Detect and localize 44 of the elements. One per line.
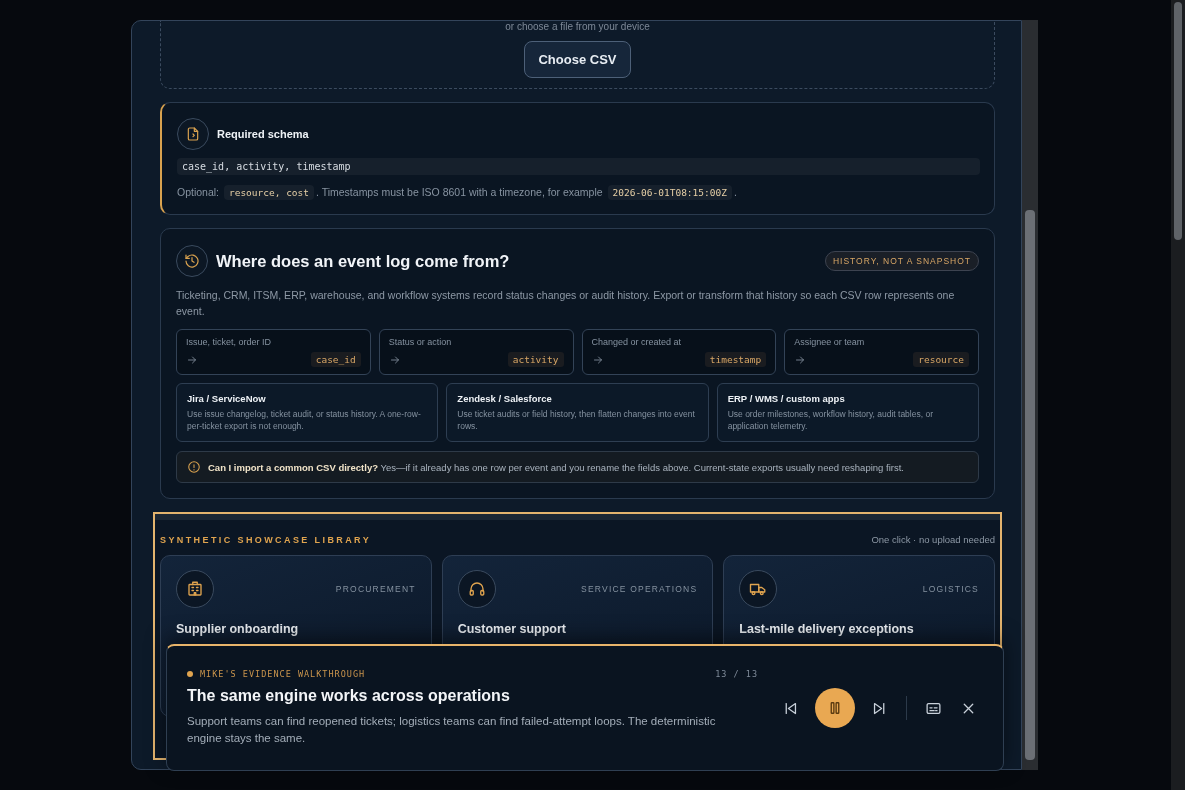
card-title: Supplier onboarding [176, 622, 300, 636]
system-description: Use order milestones, workflow history, audit tables, or application telemetry. [727, 408, 934, 432]
source-field-label: Status or action [388, 337, 453, 347]
library-title: SYNTHETIC SHOWCASE LIBRARY [160, 534, 372, 545]
source-field-label: Issue, ticket, order ID [186, 337, 273, 347]
card-category: SERVICE OPERATIONS [581, 584, 698, 594]
system-name: Jira / ServiceNow [187, 393, 267, 404]
section-title: Where does an event log come from? [216, 251, 511, 271]
alert-icon [187, 460, 201, 474]
system-description: Use issue changelog, ticket audit, or status history. A one-row-per-ticket export is not enough. [187, 408, 422, 432]
arrow-icon [794, 353, 807, 366]
choose-csv-button[interactable]: Choose CSV [524, 41, 631, 78]
arrow-icon [388, 353, 401, 366]
building-icon [186, 580, 204, 598]
schema-title: Required schema [217, 128, 309, 140]
system-name: ERP / WMS / custom apps [727, 393, 846, 404]
section-description: Ticketing, CRM, ITSM, ERP, warehouse, and workflow systems record status changes or audit history. Export or transform that history so each CSV row represents one event. [176, 288, 956, 319]
card-category: PROCUREMENT [335, 584, 416, 594]
pause-button[interactable] [815, 688, 855, 728]
csv-column-name: resource [913, 352, 969, 367]
upload-hint: or choose a file from your device [505, 21, 650, 32]
csv-column-name: timestamp [704, 352, 767, 367]
csv-column-name: activity [507, 352, 564, 367]
headset-icon [467, 580, 486, 598]
status-dot [187, 671, 193, 677]
walkthrough-text: Support teams can find reopened tickets; logistics teams can find failed-attempt loops. The deterministic engine stays the same. [187, 714, 717, 746]
system-description: Use ticket audits or field history, then flatten changes into event rows. [457, 408, 696, 432]
badge: HISTORY, NOT A SNAPSHOT [824, 251, 979, 271]
history-icon [176, 245, 208, 277]
schema-note: Optional: resource, cost . Timestamps must be ISO 8601 with a timezone, for example 2026-06-01T08:15:00Z . [177, 184, 738, 200]
card-title: Customer support [457, 622, 567, 636]
walkthrough-label: MIKE'S EVIDENCE WALKTHROUGH [200, 669, 367, 679]
library-note: One click · no upload needed [871, 534, 995, 545]
arrow-icon [591, 353, 604, 366]
required-fields: case_id, activity, timestamp [177, 158, 980, 175]
system-name: Zendesk / Salesforce [457, 393, 553, 404]
source-field-label: Assignee or team [794, 337, 866, 347]
card-title: Last-mile delivery exceptions [739, 622, 915, 636]
document-icon [177, 118, 209, 150]
faq-text: Can I import a common CSV directly? Yes—if it already has one row per event and you rename the fields above. Current-state exports usually need reshaping first. [208, 461, 904, 473]
card-category: LOGISTICS [922, 584, 979, 594]
arrow-icon [186, 353, 198, 366]
csv-column-name: case_id [310, 352, 361, 367]
source-field-label: Changed or created at [591, 337, 683, 347]
